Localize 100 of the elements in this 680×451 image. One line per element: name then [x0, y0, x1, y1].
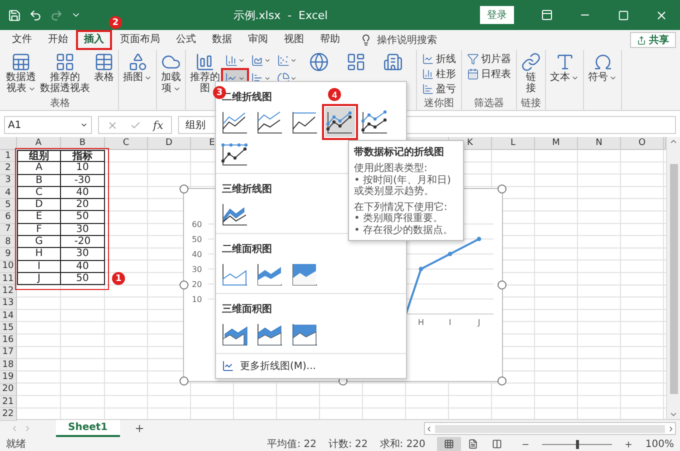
row-header[interactable]: 9	[0, 248, 17, 261]
scroll-thumb[interactable]	[670, 164, 678, 394]
share-button[interactable]: 共享	[630, 32, 676, 48]
more-charts-item[interactable]: 更多折线图(M)...	[216, 354, 406, 378]
ribbon-tab[interactable]: 文件	[4, 30, 40, 50]
column-header[interactable]: M	[535, 137, 578, 150]
table-cell: 组别	[17, 150, 61, 162]
row-header[interactable]: 13	[0, 298, 17, 310]
grid-icon	[444, 438, 454, 448]
table-cell: D	[17, 199, 61, 212]
row-header[interactable]: 2	[0, 162, 17, 175]
resize-handle[interactable]	[180, 280, 188, 290]
ribbon-button[interactable]: 日程表	[465, 67, 513, 81]
zoom-in-icon[interactable]	[624, 440, 634, 448]
row-header[interactable]: 22	[0, 408, 17, 421]
ribbon-button[interactable]: 插图	[122, 52, 153, 83]
ribbon-button[interactable]: 盈亏	[420, 82, 458, 96]
row-header[interactable]: 21	[0, 396, 17, 408]
column-header[interactable]: L	[492, 137, 535, 150]
tooltip-text: 在下列情况下使用它:	[354, 202, 448, 212]
lightbulb-icon[interactable]	[360, 34, 372, 46]
ribbon-button[interactable]: 表格	[93, 52, 115, 83]
row-header[interactable]: 15	[0, 322, 17, 334]
resize-handle[interactable]	[498, 376, 506, 386]
column-header[interactable]: O	[621, 137, 664, 150]
column-header[interactable]: A	[17, 137, 61, 150]
scroll-up-icon[interactable]	[669, 137, 678, 146]
recommended-pivot-icon	[55, 52, 75, 72]
chart-type-icon	[255, 108, 285, 136]
close-icon[interactable]	[654, 8, 668, 22]
row-header[interactable]: 17	[0, 346, 17, 360]
vertical-scrollbar[interactable]	[666, 137, 680, 419]
ribbon-tab[interactable]: 审阅	[240, 30, 276, 50]
ribbon-button[interactable]: 符号	[587, 52, 618, 83]
ribbon-button[interactable]: 链 接	[520, 52, 542, 94]
row-header[interactable]: 5	[0, 199, 17, 212]
omega-icon	[592, 52, 612, 72]
row-header[interactable]: 14	[0, 310, 17, 322]
row-header[interactable]: 6	[0, 211, 17, 224]
zoom-thumb[interactable]	[576, 440, 580, 448]
row-header[interactable]: 18	[0, 359, 17, 372]
resize-handle[interactable]	[180, 376, 188, 386]
row-header[interactable]: 20	[0, 384, 17, 396]
status-text: 平均值: 22	[267, 438, 316, 451]
ribbon-button[interactable]: 加载 项	[160, 52, 182, 94]
ribbon-tab[interactable]: 视图	[276, 30, 312, 50]
name-box[interactable]: A1	[4, 116, 92, 134]
ribbon-button[interactable]: 文本	[549, 52, 580, 83]
ribbon-tab[interactable]: 开始	[40, 30, 76, 50]
row-header[interactable]: 12	[0, 285, 17, 298]
resize-handle[interactable]	[498, 184, 506, 194]
row-header[interactable]: 16	[0, 334, 17, 347]
scroll-down-icon[interactable]	[669, 410, 678, 419]
page-icon	[468, 438, 478, 448]
ribbon-button[interactable]: 数据透 视表	[5, 52, 37, 94]
ribbon-tab[interactable]: 帮助	[312, 30, 348, 50]
ribbon-tab[interactable]: 公式	[168, 30, 204, 50]
resize-handle[interactable]	[180, 184, 188, 194]
view-button[interactable]	[437, 436, 462, 450]
add-sheet-icon[interactable]	[134, 423, 145, 434]
search-field[interactable]: 操作说明搜索	[377, 33, 437, 47]
step-number: 3	[213, 86, 226, 99]
step-number: 4	[328, 88, 341, 101]
table-cell: G	[17, 236, 61, 248]
table-cell: C	[17, 186, 61, 200]
table-cell: 30	[61, 224, 105, 236]
table-cell: 50	[61, 211, 105, 224]
column-header[interactable]: B	[61, 137, 105, 150]
column-header[interactable]: D	[148, 137, 191, 150]
sign-in-button[interactable]: 登录	[480, 6, 514, 24]
ribbon-button[interactable]: 柱形	[420, 67, 458, 81]
row-header[interactable]: 1	[0, 150, 17, 162]
ribbon-tab[interactable]: 数据	[204, 30, 240, 50]
axis-label: 50	[192, 235, 202, 244]
ribbon-button[interactable]: 切片器	[465, 52, 513, 66]
column-header[interactable]: C	[105, 137, 148, 150]
row-header[interactable]: 8	[0, 236, 17, 248]
window-title: 示例.xlsx - Excel	[233, 8, 328, 22]
axis-label: I	[448, 318, 452, 327]
maximize-icon[interactable]	[618, 10, 628, 20]
caret-icon	[238, 75, 245, 82]
save-icon[interactable]	[8, 8, 21, 22]
ribbon-button[interactable]: 推荐的 数据透视表	[39, 52, 91, 94]
horizontal-scrollbar[interactable]	[424, 422, 676, 435]
ribbon-display-icon[interactable]	[541, 9, 553, 21]
ribbon-button[interactable]: 折线	[420, 52, 458, 66]
line-chart-icon	[222, 360, 234, 372]
insert-function-button[interactable]: fx	[153, 118, 164, 132]
filter-icon	[467, 53, 479, 65]
caret-icon	[264, 75, 271, 82]
scroll-left-icon[interactable]	[425, 424, 433, 432]
undo-icon[interactable]	[29, 8, 42, 22]
column-header[interactable]: N	[578, 137, 621, 150]
group-label: 迷你图	[423, 98, 455, 110]
sheet-tab[interactable]: Sheet1	[56, 420, 120, 437]
scroll-right-icon[interactable]	[667, 424, 675, 432]
caret-icon	[290, 75, 297, 82]
scroll-thumb[interactable]	[435, 424, 665, 432]
resize-handle[interactable]	[498, 280, 506, 290]
row-header[interactable]: 19	[0, 371, 17, 384]
